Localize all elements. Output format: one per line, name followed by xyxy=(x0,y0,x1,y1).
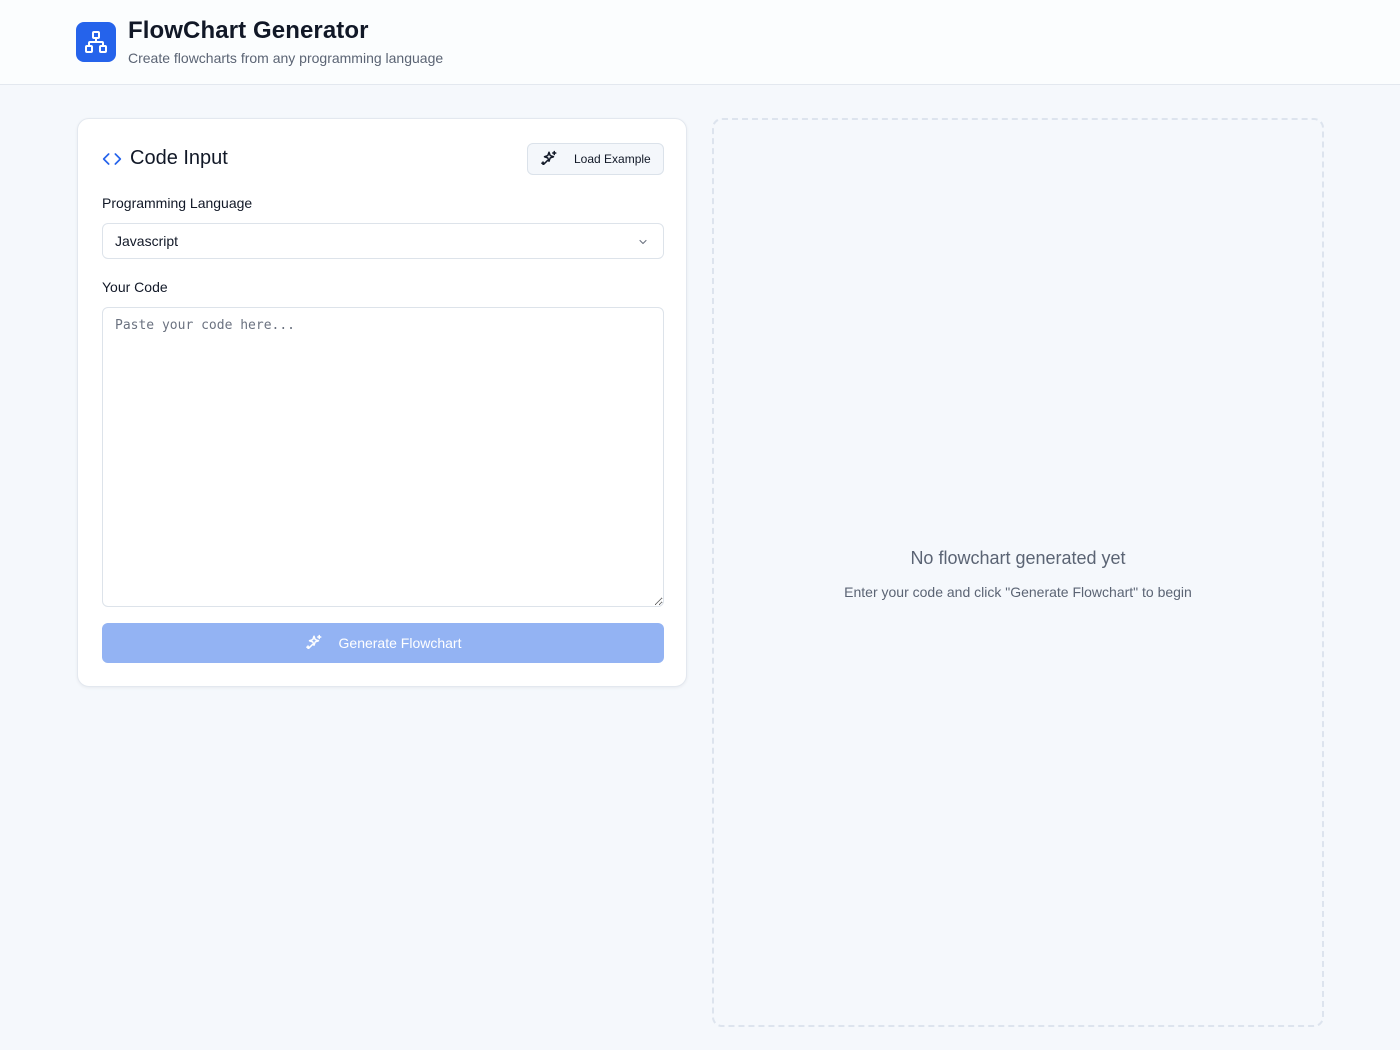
flowchart-output-panel: No flowchart generated yet Enter your co… xyxy=(712,118,1324,1027)
code-input-card: Code Input Load Example Programming Lang… xyxy=(77,118,687,687)
language-select[interactable]: Javascript xyxy=(102,223,664,259)
load-example-label: Load Example xyxy=(574,152,651,166)
app-title: FlowChart Generator xyxy=(128,17,369,44)
language-label: Programming Language xyxy=(102,195,253,211)
empty-state-subtitle: Enter your code and click "Generate Flow… xyxy=(844,584,1192,600)
app-logo xyxy=(76,22,116,62)
generate-flowchart-button[interactable]: Generate Flowchart xyxy=(102,623,664,663)
flowchart-network-icon xyxy=(85,31,107,53)
generate-flowchart-label: Generate Flowchart xyxy=(338,635,462,651)
load-example-button[interactable]: Load Example xyxy=(527,143,664,175)
language-select-value: Javascript xyxy=(115,233,179,249)
chevron-down-icon xyxy=(639,239,647,245)
sparkles-icon xyxy=(541,150,557,165)
app-header: FlowChart Generator Create flowcharts fr… xyxy=(0,0,1400,85)
sparkles-icon xyxy=(305,634,322,649)
code-brackets-icon xyxy=(102,153,122,165)
empty-state-title: No flowchart generated yet xyxy=(910,548,1126,568)
app-subtitle: Create flowcharts from any programming l… xyxy=(128,50,444,66)
code-input-title: Code Input xyxy=(130,147,228,169)
code-label: Your Code xyxy=(102,279,168,295)
code-textarea[interactable] xyxy=(102,307,664,607)
